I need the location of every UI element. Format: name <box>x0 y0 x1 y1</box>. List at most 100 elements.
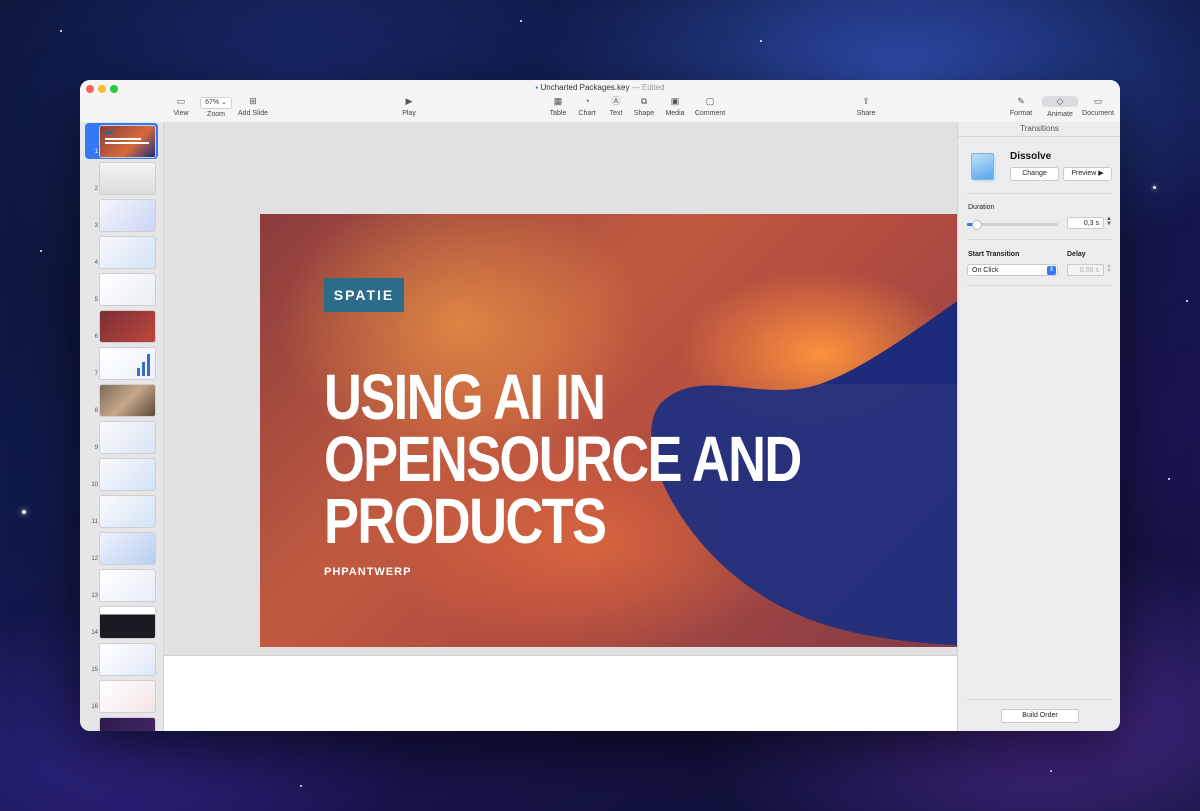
document-status: — Edited <box>631 83 665 92</box>
document-title: ▪ Uncharted Packages.key — Edited <box>80 83 1120 92</box>
duration-field[interactable]: 0,3 s <box>1067 217 1104 229</box>
slide-thumbnail-4[interactable] <box>100 237 155 268</box>
star <box>520 20 522 22</box>
comment-button[interactable]: ▢ Comment <box>693 97 727 118</box>
slide-number: 8 <box>94 408 98 414</box>
shape-icon: ⧉ <box>640 96 648 106</box>
current-slide[interactable]: SPATIE USING AI IN OPENSOURCE AND PRODUC… <box>260 214 1029 647</box>
add-slide-button[interactable]: ⊞ Add Slide <box>237 96 269 118</box>
add-slide-icon: ⊞ <box>249 96 257 106</box>
table-label: Table <box>549 110 567 117</box>
delay-stepper[interactable]: ▲ ▼ <box>1106 263 1112 274</box>
table-icon: ▦ <box>553 96 563 106</box>
start-transition-value: On Click <box>972 267 999 274</box>
comment-label: Comment <box>694 110 726 117</box>
slide-thumbnail-8[interactable] <box>100 385 155 416</box>
text-label: Text <box>609 110 623 117</box>
slide-number: 15 <box>91 667 98 673</box>
slide-number: 13 <box>91 593 98 599</box>
chart-button[interactable]: ◔ Chart <box>575 96 599 118</box>
zoom-label: Zoom <box>207 111 225 118</box>
delay-field[interactable]: 0,50 s <box>1067 264 1104 276</box>
thumb-logo <box>105 131 113 134</box>
thumb-bar <box>137 368 140 376</box>
transition-preview-icon <box>971 153 994 180</box>
star <box>300 785 302 787</box>
slide-thumbnail-10[interactable] <box>100 459 155 490</box>
build-order-button[interactable]: Build Order <box>1001 709 1079 723</box>
slide-thumbnail-11[interactable] <box>100 496 155 527</box>
play-button[interactable]: ▶ Play <box>399 97 419 118</box>
text-button[interactable]: Ⓐ Text <box>606 96 626 118</box>
view-button[interactable]: ▭ View <box>172 97 190 118</box>
shape-label: Shape <box>633 110 655 117</box>
paintbrush-icon: ✎ <box>1017 96 1025 106</box>
presenter-notes[interactable] <box>164 655 957 731</box>
slide-thumbnail-5[interactable] <box>100 274 155 305</box>
duration-stepper[interactable]: ▲ ▼ <box>1106 216 1112 227</box>
slide-number: 5 <box>94 297 98 303</box>
animate-button[interactable]: ◇ Animate <box>1041 96 1079 118</box>
preview-transition-button[interactable]: Preview ▶ <box>1063 167 1112 181</box>
slide-thumbnail-16[interactable] <box>100 681 155 712</box>
slide-number: 2 <box>94 186 98 192</box>
slide-thumbnail-14[interactable] <box>100 607 155 638</box>
document-label: Document <box>1082 110 1114 117</box>
duration-slider-knob[interactable] <box>972 220 982 230</box>
document-button[interactable]: ▭ Document <box>1081 96 1115 118</box>
chart-icon: ◔ <box>584 96 590 106</box>
chart-label: Chart <box>578 110 596 117</box>
slide-title: USING AI IN OPENSOURCE AND PRODUCTS <box>324 361 849 553</box>
slide-thumbnail-9[interactable] <box>100 422 155 453</box>
media-icon: ▣ <box>670 96 680 106</box>
duration-label: Duration <box>968 204 995 211</box>
zoom-control[interactable]: 67% ⌄ Zoom <box>199 97 233 118</box>
media-label: Media <box>665 110 685 117</box>
view-label: View <box>173 110 189 117</box>
divider <box>967 193 1112 194</box>
inspector-tab-transitions[interactable]: Transitions <box>958 122 1120 137</box>
divider <box>967 699 1112 700</box>
star <box>1168 478 1170 480</box>
slide-thumbnail-1[interactable] <box>100 126 155 157</box>
thumb-bar <box>147 354 150 376</box>
zoom-select[interactable]: 67% ⌄ <box>200 97 232 109</box>
slide-number: 1 <box>94 149 98 155</box>
animate-inspector: Transitions Dissolve Change Preview ▶ Du… <box>957 122 1120 731</box>
slide-thumbnail-6[interactable] <box>100 311 155 342</box>
media-button[interactable]: ▣ Media <box>663 96 687 118</box>
slide-thumbnail-15[interactable] <box>100 644 155 675</box>
slide-number: 11 <box>91 519 98 525</box>
slide-number: 16 <box>91 704 98 710</box>
start-transition-select[interactable]: On Click ⇕ <box>967 264 1058 276</box>
slide-thumbnail-12[interactable] <box>100 533 155 564</box>
keynote-window: ▪ Uncharted Packages.key — Edited ▭ View… <box>80 80 1120 731</box>
shape-button[interactable]: ⧉ Shape <box>632 96 656 118</box>
divider <box>967 239 1112 240</box>
star <box>1186 300 1188 302</box>
slide-subtitle: PHPANTWERP <box>324 566 412 578</box>
document-icon: ▭ <box>1093 96 1103 106</box>
slide-title-line-1: USING AI IN <box>324 361 606 433</box>
share-button[interactable]: ⇪ Share <box>855 97 877 118</box>
thumb-bar <box>142 362 145 376</box>
format-button[interactable]: ✎ Format <box>1009 96 1033 118</box>
text-icon: Ⓐ <box>611 96 621 106</box>
star <box>760 40 762 42</box>
divider <box>967 285 1112 286</box>
table-button[interactable]: ▦ Table <box>547 96 569 118</box>
slide-thumbnail-2[interactable] <box>100 163 155 194</box>
keynote-file-icon: ▪ <box>535 83 539 92</box>
slide-thumbnail-13[interactable] <box>100 570 155 601</box>
slide-canvas: SPATIE USING AI IN OPENSOURCE AND PRODUC… <box>164 122 1029 655</box>
slide-thumbnail-3[interactable] <box>100 200 155 231</box>
delay-label: Delay <box>1067 251 1086 258</box>
slide-navigator: 1 2 3 4 5 6 7 8 9 10 11 12 13 14 15 16 <box>80 122 164 731</box>
change-transition-button[interactable]: Change <box>1010 167 1059 181</box>
slide-thumbnail-17[interactable] <box>100 718 155 731</box>
add-slide-label: Add Slide <box>238 110 268 117</box>
transition-name: Dissolve <box>1010 151 1052 162</box>
animate-icon: ◇ <box>1042 96 1078 107</box>
select-arrows-icon: ⇕ <box>1047 266 1056 275</box>
slide-thumbnail-7[interactable] <box>100 348 155 379</box>
